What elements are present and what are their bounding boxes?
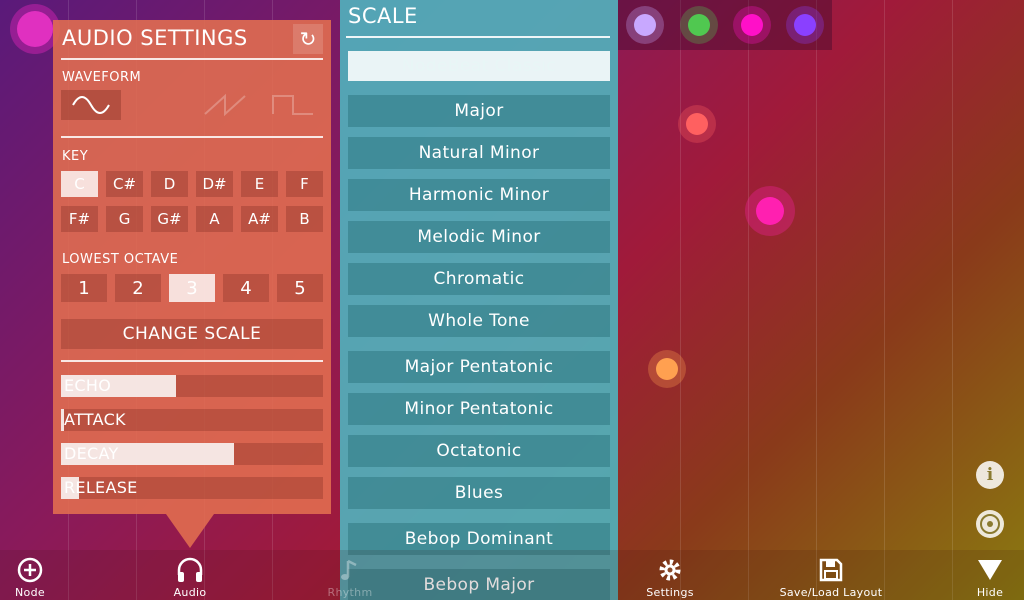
hide-tool-label: Hide [976, 586, 1004, 599]
change-scale-button[interactable]: CHANGE SCALE [61, 319, 323, 349]
sine-wave-icon [72, 96, 110, 114]
scale-option[interactable]: Minor Pentatonic [348, 393, 610, 425]
settings-tool-label: Settings [646, 586, 694, 599]
key-button[interactable]: G [106, 206, 143, 232]
slider-label: DECAY [64, 444, 119, 463]
scale-panel: SCALE NodeBeat Classic Major Natural Minor… [340, 0, 618, 600]
key-button[interactable]: F# [61, 206, 98, 232]
slider-release[interactable]: RELEASE [61, 477, 323, 499]
audio-settings-title: AUDIO SETTINGS [62, 26, 248, 50]
audio-settings-panel: AUDIO SETTINGS ↻ WAVEFORM KEY C C# D D# E F F#… [53, 20, 331, 514]
scale-option[interactable]: Whole Tone [348, 305, 610, 337]
octave-button[interactable]: 2 [115, 274, 161, 302]
slider-decay[interactable]: DECAY [61, 443, 323, 465]
square-wave-icon[interactable] [271, 92, 315, 118]
scale-option[interactable]: Blues [348, 477, 610, 509]
scale-option[interactable]: Major [348, 95, 610, 127]
key-button[interactable]: A [196, 206, 233, 232]
gear-icon [659, 559, 681, 581]
octave-button[interactable]: 5 [277, 274, 323, 302]
slider-attack[interactable]: ATTACK [61, 409, 323, 431]
music-note-icon [341, 559, 357, 580]
node-orange[interactable] [648, 350, 686, 388]
add-node-icon[interactable] [976, 510, 1004, 538]
waveform-divider [61, 136, 323, 138]
octave-button[interactable]: 1 [61, 274, 107, 302]
node-tool-label: Node [15, 586, 45, 599]
key-button[interactable]: E [241, 171, 278, 197]
title-divider [61, 58, 323, 60]
audio-tool[interactable]: Audio [165, 550, 215, 600]
scale-option[interactable]: Chromatic [348, 263, 610, 295]
settings-tool[interactable]: Settings [640, 550, 700, 600]
node-pink[interactable] [745, 186, 795, 236]
panel-pointer [166, 514, 214, 548]
node-red[interactable] [678, 105, 716, 143]
triangle-down-icon [978, 560, 1002, 580]
headphones-icon [177, 557, 203, 582]
scale-option[interactable]: Harmonic Minor [348, 179, 610, 211]
key-button[interactable]: D# [196, 171, 233, 197]
scale-option[interactable]: Major Pentatonic [348, 351, 610, 383]
key-button[interactable]: C# [106, 171, 143, 197]
scale-option[interactable]: Melodic Minor [348, 221, 610, 253]
node-green[interactable] [680, 6, 718, 44]
scale-option[interactable]: Natural Minor [348, 137, 610, 169]
waveform-label: WAVEFORM [62, 70, 142, 85]
octave-button[interactable]: 4 [223, 274, 269, 302]
rhythm-tool[interactable]: Rhythm [322, 550, 378, 600]
key-button[interactable]: C [61, 171, 98, 197]
octave-button[interactable]: 3 [169, 274, 215, 302]
key-button[interactable]: D [151, 171, 188, 197]
scale-option[interactable]: NodeBeat Classic [348, 51, 610, 81]
key-button[interactable]: F [286, 171, 323, 197]
key-label: KEY [62, 149, 89, 164]
floppy-disk-icon [819, 558, 843, 582]
refresh-icon[interactable]: ↻ [293, 24, 323, 54]
sawtooth-wave-icon[interactable] [203, 92, 247, 118]
info-icon[interactable]: i [976, 461, 1004, 489]
slider-label: RELEASE [64, 478, 138, 497]
node-tool[interactable]: Node [8, 550, 52, 600]
node-magenta-small[interactable] [733, 6, 771, 44]
hide-tool[interactable]: Hide [968, 550, 1012, 600]
slider-label: ATTACK [64, 410, 126, 429]
lowest-octave-label: LOWEST OCTAVE [62, 252, 179, 267]
slider-label: ECHO [64, 376, 112, 395]
key-button[interactable]: A# [241, 206, 278, 232]
rhythm-tool-label: Rhythm [327, 586, 373, 599]
sliders-divider [61, 360, 323, 362]
node-purple[interactable] [786, 6, 824, 44]
save-load-tool-label: Save/Load Layout [779, 586, 883, 599]
key-button[interactable]: B [286, 206, 323, 232]
audio-tool-label: Audio [173, 586, 207, 599]
sine-wave-button[interactable] [61, 90, 121, 120]
node-lavender[interactable] [626, 6, 664, 44]
key-button[interactable]: G# [151, 206, 188, 232]
scale-title: SCALE [348, 4, 418, 28]
slider-echo[interactable]: ECHO [61, 375, 323, 397]
scale-title-divider [346, 36, 610, 38]
node-icon [17, 557, 43, 583]
bottom-toolbar: Node Audio Rhythm Settings Save/Load Lay… [0, 550, 1024, 600]
scale-option[interactable]: Octatonic [348, 435, 610, 467]
save-load-tool[interactable]: Save/Load Layout [770, 550, 892, 600]
